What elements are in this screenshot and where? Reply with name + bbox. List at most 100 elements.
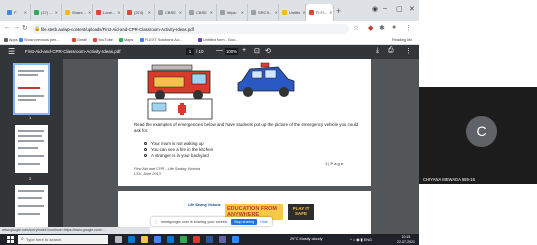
zoom-level-input[interactable]: 100% [225,48,238,55]
thumb-line [18,213,40,215]
page-label: 1 | P a g e [325,161,344,166]
hide-button[interactable]: Hide [260,220,267,224]
close-icon[interactable]: ✕ [241,10,244,15]
tab-2[interactable]: Share... ✕ [62,4,93,21]
reload-icon[interactable]: ↻ [22,24,28,32]
tab-3[interactable]: Lone... ✕ [93,4,124,21]
bookmark-item[interactable]: Gmail [72,38,87,42]
tab-4[interactable]: (374) ✕ [124,4,155,21]
powerpoint-icon[interactable] [193,236,200,243]
tab-label: Share... [72,10,87,15]
weather-status[interactable]: 29°C Mostly cloudy [290,237,323,241]
bookmark-apps[interactable]: Apps [4,38,18,42]
bookmarks-bar: Apps Show previous pen... Gmail YouTube … [0,36,419,45]
close-icon[interactable]: ✕ [117,10,120,15]
zoom-app-icon[interactable] [232,236,239,243]
tab-favicon [65,10,70,15]
store-icon[interactable] [154,236,161,243]
thumb-line [18,140,44,142]
thumb-line [18,95,44,97]
tab-8[interactable]: SRCS... ✕ [248,4,279,21]
tab-6[interactable]: CBSE ✕ [186,4,217,21]
tab-label: https: [227,10,237,15]
bookmark-label: Untitled form - Goo... [203,38,239,42]
tab-7[interactable]: https: ✕ [217,4,248,21]
fit-page-icon[interactable]: ⊡ [254,47,260,55]
bookmark-label: YouTube [98,38,113,42]
profile-avatar-icon[interactable]: ● [392,24,396,31]
tab-10-active[interactable]: Fi Fi... ✕ [306,4,334,21]
bullet-circle-icon [144,142,147,145]
close-icon[interactable]: ✕ [329,10,332,15]
tab-1[interactable]: (17) ... ✕ [31,4,62,21]
thumbnail-page-3[interactable] [15,185,48,233]
task-view-icon[interactable] [115,236,122,243]
address-bar[interactable]: file.stetb.au/wp-content/uploads/First-A… [31,24,349,34]
bullet-item: A stranger is in your backyard [144,153,209,158]
taskbar-search-input[interactable]: Type here to search [18,235,108,244]
clock[interactable]: 10:15 22-07-2021 [397,235,415,244]
close-icon[interactable]: ✕ [55,10,58,15]
bookmark-item[interactable]: YouTube [93,38,113,42]
close-icon[interactable]: ✕ [274,10,277,15]
new-tab-button[interactable]: + [336,6,341,16]
puzzle-icon[interactable]: ✱ [379,24,385,32]
print-icon[interactable]: ⎙ [388,47,394,55]
tab-favicon [282,10,287,15]
tab-5[interactable]: CBSE ✕ [155,4,186,21]
bookmark-item[interactable]: Maps [119,38,133,42]
word-icon[interactable] [206,236,213,243]
zoom-out-button[interactable]: — [216,47,223,54]
pdf-toolbar: ☰ First-Aid-and-CPR-Classroom-Activity-I… [0,45,419,59]
edge-icon[interactable] [128,236,135,243]
back-arrow-icon[interactable]: ← [4,24,11,31]
bookmark-item[interactable]: Show previous pen... [19,38,59,42]
close-icon[interactable]: ✕ [210,10,213,15]
thumbnail-page-1[interactable] [13,63,50,115]
teams-icon[interactable] [219,236,226,243]
page-total: / 10 [196,49,204,54]
thumbnail-page-2[interactable] [15,125,48,173]
screenshot: F ✕ (17) ... ✕ Share... ✕ Lone... ✕ (374) ✕ C… [0,0,537,245]
window-close-button[interactable]: ✕ [409,5,415,13]
status-url: www.google.com/sorry/index?continue=http… [0,227,150,234]
account-icon[interactable]: ◉ [372,5,378,13]
menu-icon[interactable]: ☰ [8,47,15,56]
kebab-menu-icon[interactable]: ⋮ [405,24,412,32]
bookmark-item[interactable]: FLEXT Solutions Au... [140,38,182,42]
mail-icon[interactable] [167,236,174,243]
download-icon[interactable]: ⤓ [376,47,379,55]
rotate-icon[interactable]: ⟲ [265,47,271,55]
date: 22-07-2021 [397,239,415,244]
share-grip-icon[interactable]: ⋮ [154,219,158,224]
windows-start-icon[interactable] [7,236,14,243]
forward-arrow-icon[interactable]: → [13,24,20,31]
tab-9[interactable]: Untitle ✕ [279,4,306,21]
screen-share-bar: ⋮ meetgoogle.com is sharing your screen.… [151,217,272,226]
maps-icon [119,38,123,42]
ambulance-illustration [147,98,213,120]
minimize-button[interactable]: – [383,5,387,12]
search-icon: ⌕ [21,236,24,242]
system-tray[interactable]: ^ ⌂ ◉ ▮ ENG [350,237,372,242]
more-options-icon[interactable]: ⋮ [405,47,412,55]
close-icon[interactable]: ✕ [88,10,91,15]
reading-list[interactable]: Reading list [392,38,412,42]
close-icon[interactable]: ✕ [148,10,151,15]
page-number-input[interactable]: 1 [186,48,194,55]
zoom-in-button[interactable]: + [242,47,246,54]
emergency-vehicles-illustration [147,62,295,120]
close-icon[interactable]: ✕ [179,10,182,15]
bookmark-star-icon[interactable]: ☆ [353,24,359,32]
maximize-button[interactable]: ▢ [396,5,403,13]
chrome-icon[interactable] [180,236,187,243]
stop-sharing-button[interactable]: Stop sharing [231,218,258,225]
file-explorer-icon[interactable] [141,236,148,243]
close-icon[interactable]: ✕ [24,10,27,15]
bullet-text: Your mum is not waking up [151,141,204,146]
lock-icon[interactable]: 🔒 [34,26,40,32]
tab-0[interactable]: F ✕ [4,4,31,21]
extension-icon[interactable]: ◆ [368,24,373,32]
pdf-page-2: Life Saving Victoria EDUCATION FROM ANYW… [118,191,371,234]
bookmark-item[interactable]: Untitled form - Goo... [198,38,238,42]
